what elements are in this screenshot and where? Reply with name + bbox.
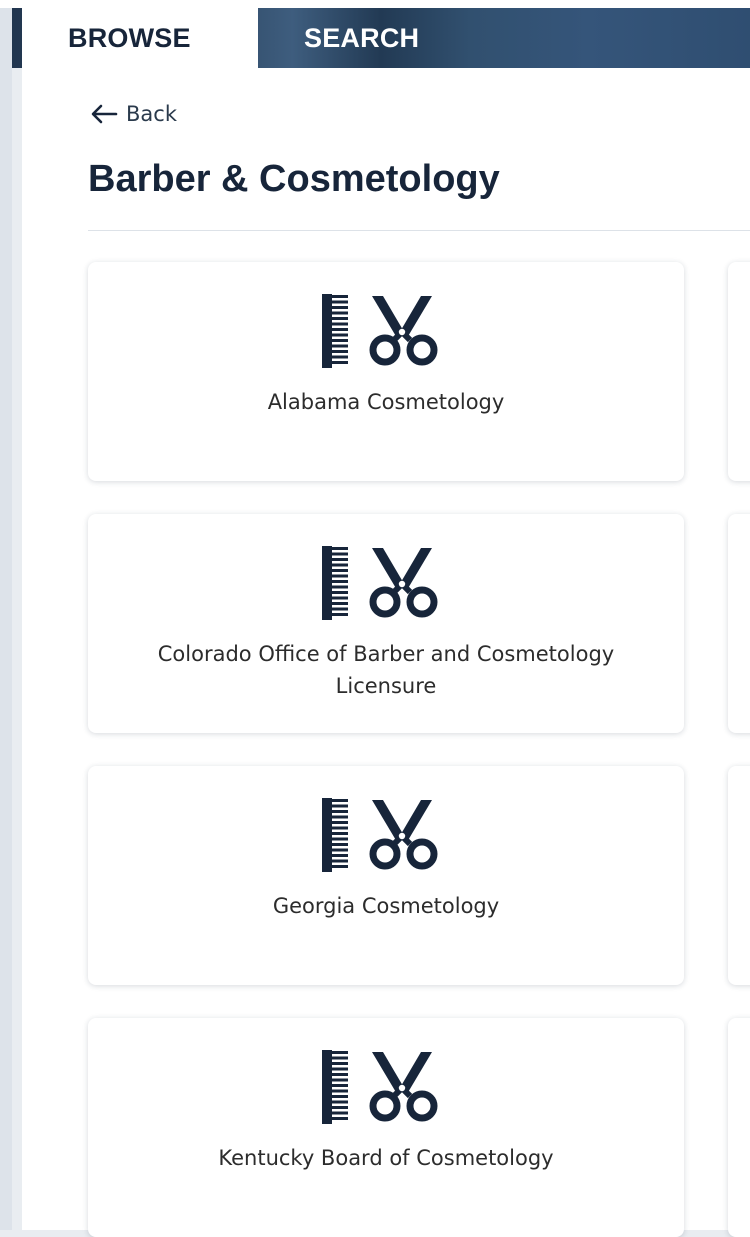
- card-label: Alabama Cosmetology: [267, 390, 505, 414]
- divider: [88, 230, 750, 231]
- card-label: Colorado Office of Barber and Cosmetolog…: [157, 642, 615, 698]
- card-partial[interactable]: [728, 1018, 750, 1237]
- tab-bar: BROWSE SEARCH: [12, 8, 750, 68]
- comb-scissors-icon: [322, 294, 450, 368]
- card-partial[interactable]: [728, 514, 750, 733]
- card-label: Georgia Cosmetology: [272, 894, 500, 918]
- main-content: Back Barber & Cosmetology Alabama Cosmet…: [22, 68, 750, 1237]
- comb-scissors-icon: [322, 798, 450, 872]
- tab-search[interactable]: SEARCH: [304, 8, 419, 68]
- top-rail: [0, 0, 750, 8]
- back-label: Back: [126, 102, 177, 126]
- category-grid: Alabama Cosmetology Colorado Office of B…: [88, 262, 750, 1237]
- card-alabama-cosmetology[interactable]: Alabama Cosmetology: [88, 262, 684, 481]
- page-title: Barber & Cosmetology: [88, 158, 500, 200]
- comb-scissors-icon: [322, 1050, 450, 1124]
- tab-browse[interactable]: BROWSE: [22, 8, 258, 68]
- card-colorado-office[interactable]: Colorado Office of Barber and Cosmetolog…: [88, 514, 684, 733]
- arrow-left-icon: [91, 104, 118, 124]
- card-kentucky-board[interactable]: Kentucky Board of Cosmetology: [88, 1018, 684, 1237]
- back-link[interactable]: Back: [90, 102, 177, 126]
- left-rail: [0, 0, 12, 1230]
- card-partial[interactable]: [728, 766, 750, 985]
- card-label: Kentucky Board of Cosmetology: [218, 1146, 554, 1170]
- comb-scissors-icon: [322, 546, 450, 620]
- card-georgia-cosmetology[interactable]: Georgia Cosmetology: [88, 766, 684, 985]
- card-partial[interactable]: [728, 262, 750, 481]
